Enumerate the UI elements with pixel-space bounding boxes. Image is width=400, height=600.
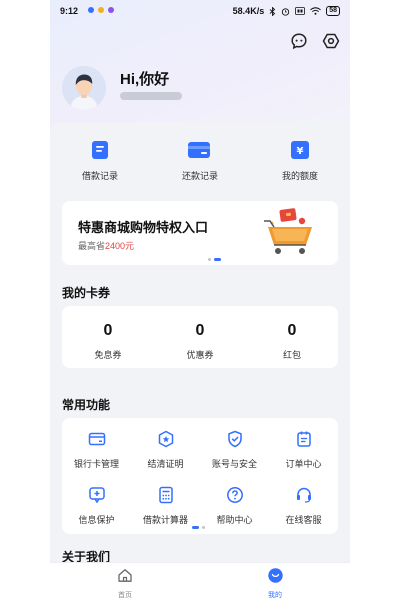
coupon-discount[interactable]: 0 优惠券 (154, 306, 246, 368)
promo-amount: 2400元 (105, 241, 135, 251)
function-label: 结清证明 (147, 459, 184, 469)
functions-section-title: 常用功能 (62, 398, 111, 412)
function-settlement-certificate[interactable]: 结清证明 (131, 430, 200, 476)
wifi-icon (310, 7, 322, 15)
app-screen: 9:12 58.4K/s 58 Hi,你好 借款记录 还款记录 ¥ 我的额度 特… (50, 0, 350, 600)
battery-indicator: 58 (326, 6, 340, 16)
functions-page-dots (192, 526, 205, 529)
hd-icon (295, 7, 306, 15)
bottom-tab-bar: 首页 我的 (50, 562, 350, 600)
quick-action-credit-limit[interactable]: ¥ 我的额度 (250, 140, 350, 182)
shield-icon (227, 430, 242, 448)
user-avatar-icon (62, 66, 106, 110)
function-label: 银行卡管理 (73, 459, 119, 469)
coupons-card: 0 免息券 0 优惠券 0 红包 (62, 306, 338, 368)
tab-label: 我的 (268, 592, 282, 599)
coupon-label: 免息券 (94, 350, 122, 360)
credit-limit-icon: ¥ (291, 141, 309, 159)
home-icon (118, 569, 132, 582)
notification-icons (88, 7, 114, 13)
function-label: 账号与安全 (211, 459, 257, 469)
quick-action-label: 我的额度 (281, 171, 318, 181)
function-label: 在线客服 (285, 515, 322, 525)
svg-text:¥: ¥ (297, 146, 304, 157)
settings-icon[interactable] (322, 32, 340, 50)
quick-action-loan-records[interactable]: 借款记录 (50, 140, 150, 182)
notification-icon (88, 7, 94, 13)
function-help-center[interactable]: 帮助中心 (200, 486, 269, 532)
headset-icon (296, 487, 311, 503)
notification-icon (98, 7, 104, 13)
page-dot (202, 526, 205, 529)
status-time: 9:12 (60, 6, 79, 16)
coupon-count: 0 (195, 322, 205, 339)
profile-icon (267, 568, 283, 583)
coupon-label: 优惠券 (186, 350, 214, 360)
alarm-icon (282, 7, 290, 16)
function-info-protection[interactable]: 信息保护 (62, 486, 131, 532)
coupon-red-packet[interactable]: 0 红包 (246, 306, 338, 368)
header-actions (290, 32, 340, 50)
coupon-count: 0 (103, 322, 113, 339)
function-loan-calculator[interactable]: 借款计算器 (131, 486, 200, 532)
shopping-cart-illustration (264, 208, 312, 254)
avatar[interactable] (62, 66, 106, 110)
bank-card-icon (88, 432, 105, 446)
bluetooth-icon (269, 6, 276, 16)
quick-action-label: 借款记录 (81, 171, 118, 181)
promo-carousel-dots (208, 258, 221, 261)
function-online-service[interactable]: 在线客服 (269, 486, 338, 532)
tab-label: 首页 (118, 592, 132, 599)
tab-home[interactable]: 首页 (50, 563, 200, 600)
quick-actions: 借款记录 还款记录 ¥ 我的额度 (50, 140, 350, 182)
help-icon (226, 487, 243, 503)
network-speed: 58.4K/s (232, 6, 265, 16)
coupon-count: 0 (287, 322, 297, 339)
masked-phone-number (120, 92, 182, 100)
status-right: 58.4K/s 58 (233, 6, 340, 16)
repay-record-icon (188, 142, 210, 158)
promo-subtitle: 最高省2400元 (78, 239, 134, 252)
promo-banner[interactable]: 特惠商城购物特权入口 最高省2400元 (62, 201, 338, 265)
message-icon[interactable] (290, 32, 308, 50)
function-label: 借款计算器 (142, 515, 188, 525)
function-label: 信息保护 (78, 515, 115, 525)
page-dot-active (192, 526, 199, 529)
functions-card: 银行卡管理 结清证明 账号与安全 订单中心 信息保护 借款计算器 帮助中心 在线… (62, 418, 338, 534)
loan-record-icon (92, 141, 108, 159)
function-order-center[interactable]: 订单中心 (269, 430, 338, 476)
coupon-interest-free[interactable]: 0 免息券 (62, 306, 154, 368)
calculator-icon (158, 486, 173, 504)
carousel-dot (208, 258, 211, 261)
function-account-security[interactable]: 账号与安全 (200, 430, 269, 476)
quick-action-label: 还款记录 (181, 171, 218, 181)
info-protect-icon (88, 487, 105, 504)
order-icon (296, 431, 311, 447)
function-label: 订单中心 (285, 459, 322, 469)
settlement-certificate-icon (158, 430, 173, 448)
function-label: 帮助中心 (216, 515, 253, 525)
greeting-text: Hi,你好 (120, 71, 170, 88)
promo-title: 特惠商城购物特权入口 (78, 220, 209, 235)
status-bar: 9:12 58.4K/s 58 (50, 0, 350, 22)
carousel-dot-active (214, 258, 221, 261)
tab-profile[interactable]: 我的 (200, 563, 350, 600)
coupon-label: 红包 (282, 350, 301, 360)
function-bank-card[interactable]: 银行卡管理 (62, 430, 131, 476)
coupons-section-title: 我的卡券 (62, 286, 111, 300)
notification-icon (108, 7, 114, 13)
quick-action-repay-records[interactable]: 还款记录 (150, 140, 250, 182)
promo-subtitle-prefix: 最高省 (78, 241, 106, 251)
